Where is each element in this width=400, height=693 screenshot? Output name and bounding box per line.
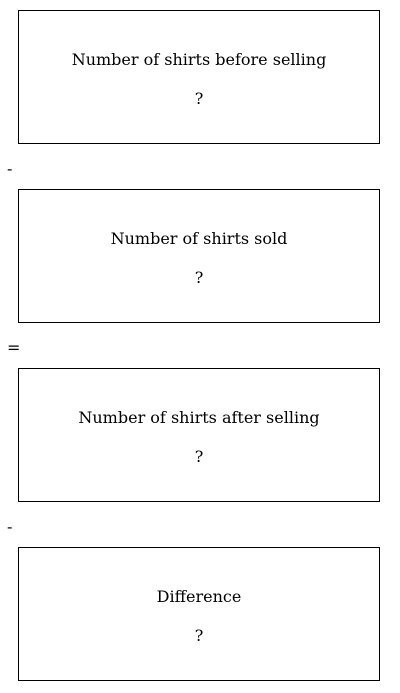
shirts-sold-box: Number of shirts sold ? [18,189,380,323]
equals-operator: = [7,338,21,357]
box-label: Number of shirts sold [110,229,288,248]
box-value: ? [194,268,204,287]
box-value: ? [194,89,204,108]
box-value: ? [194,626,204,645]
box-label: Number of shirts before selling [71,50,327,69]
box-value: ? [194,447,204,466]
shirts-after-selling-box: Number of shirts after selling ? [18,368,380,502]
box-label: Difference [156,587,242,606]
minus-operator: - [7,159,13,178]
shirts-before-selling-box: Number of shirts before selling ? [18,10,380,144]
box-label: Number of shirts after selling [78,408,320,427]
difference-box: Difference ? [18,547,380,681]
minus-operator: - [7,517,13,536]
